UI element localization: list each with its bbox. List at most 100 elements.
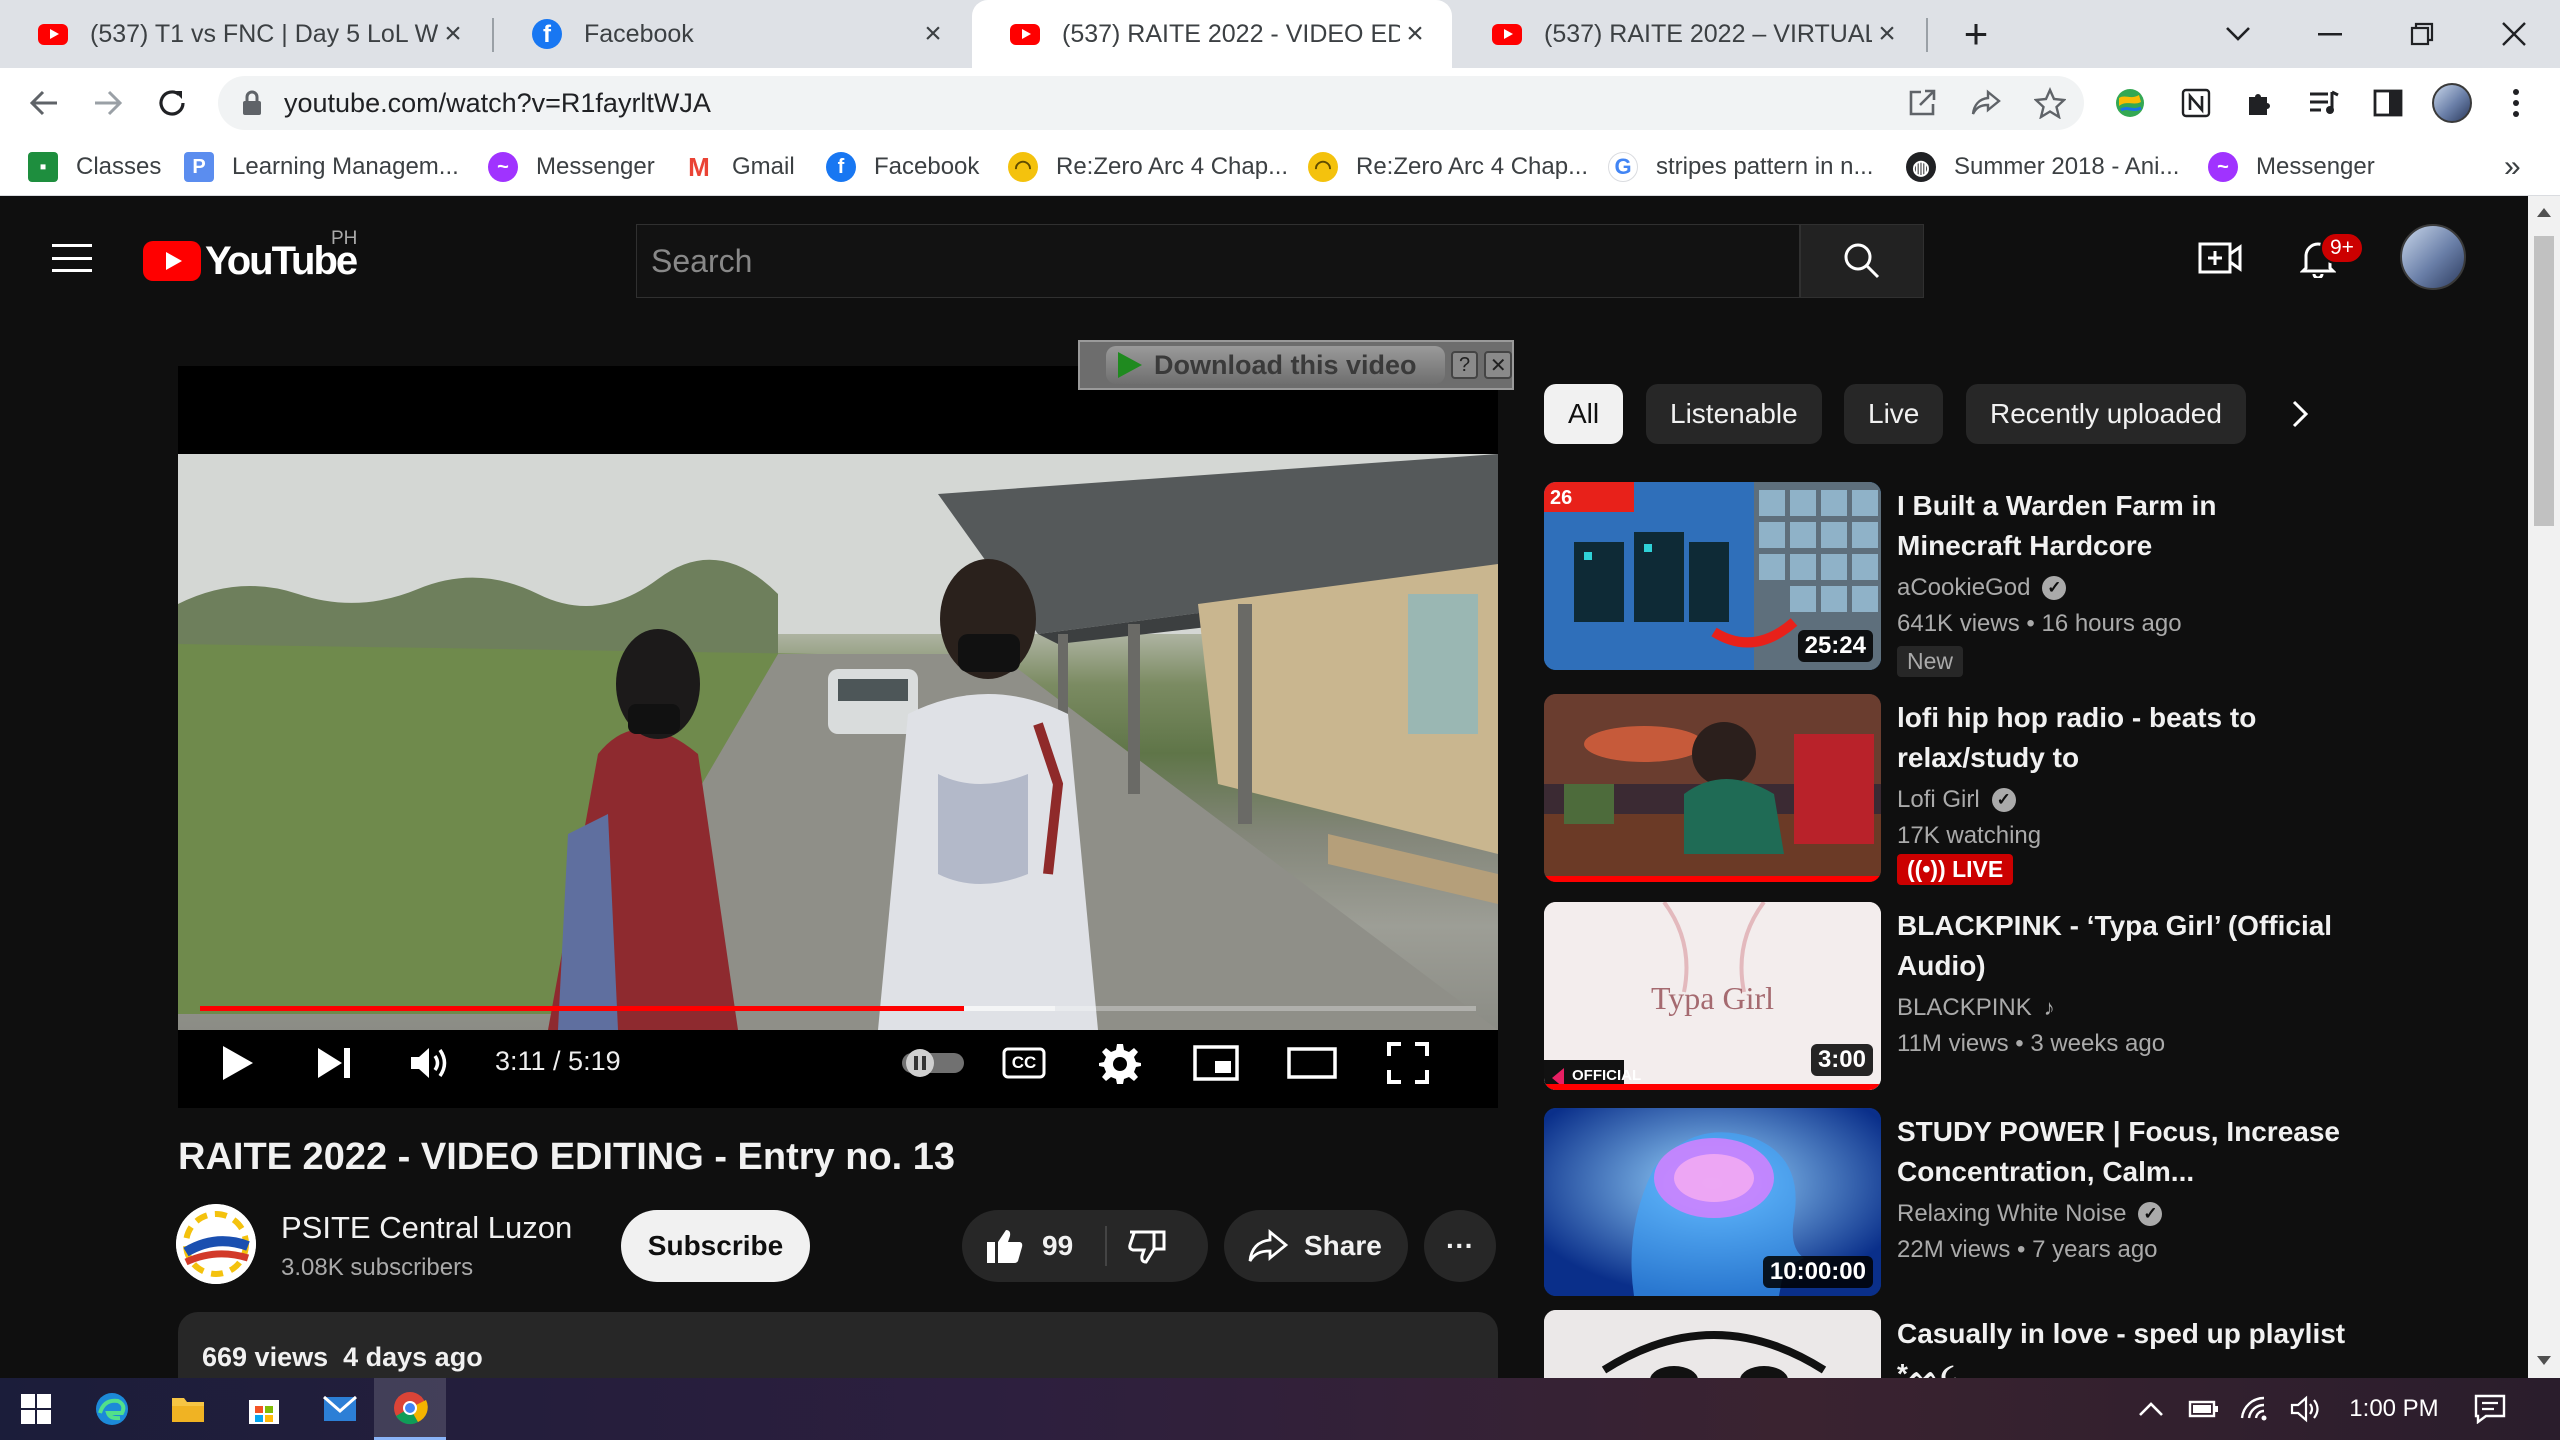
restore-button[interactable] bbox=[2376, 0, 2468, 68]
recommended-video[interactable]: 10:00:00 STUDY POWER | Focus, Increase C… bbox=[1544, 1108, 2384, 1308]
recommended-video[interactable]: lofi hip hop radio - beats to relax/stud… bbox=[1544, 694, 2384, 894]
progress-bar[interactable] bbox=[200, 1006, 1476, 1011]
notion-icon[interactable] bbox=[2172, 79, 2220, 127]
page-scrollbar[interactable] bbox=[2528, 196, 2560, 1378]
reload-icon[interactable] bbox=[148, 79, 196, 127]
video-thumbnail[interactable]: 26 25:24 bbox=[1544, 482, 1881, 670]
forward-icon[interactable] bbox=[84, 79, 132, 127]
search-button[interactable] bbox=[1800, 224, 1924, 298]
fullscreen-button[interactable] bbox=[1378, 1036, 1438, 1090]
browser-tab[interactable]: f Facebook × bbox=[494, 0, 970, 68]
action-center-icon[interactable] bbox=[2474, 1378, 2524, 1440]
chip-listenable[interactable]: Listenable bbox=[1646, 384, 1822, 444]
bookmark-learning-management[interactable]: P Learning Managem... bbox=[184, 138, 459, 196]
taskbar-store[interactable] bbox=[228, 1378, 300, 1440]
channel-avatar[interactable] bbox=[176, 1204, 256, 1284]
browser-tab[interactable]: (537) T1 vs FNC | Day 5 LoL Worlds × bbox=[0, 0, 490, 68]
bookmark-stripes-search[interactable]: G stripes pattern in n... bbox=[1608, 138, 1873, 196]
channel-name[interactable]: Relaxing White Noise ✓ bbox=[1897, 1200, 2163, 1228]
autoplay-toggle[interactable] bbox=[898, 1036, 968, 1090]
bookmark-summer-2018[interactable]: ◍ Summer 2018 - Ani... bbox=[1906, 138, 2179, 196]
video-frame[interactable] bbox=[178, 454, 1498, 1030]
close-icon[interactable]: × bbox=[438, 17, 468, 50]
browser-tab[interactable]: (537) RAITE 2022 – VIRTUAL DANCE × bbox=[1454, 0, 1924, 68]
chip-scroll-right-button[interactable] bbox=[2280, 394, 2320, 434]
video-thumbnail[interactable]: Typa Girl OFFICIAL 3:00 bbox=[1544, 902, 1881, 1090]
video-title[interactable]: lofi hip hop radio - beats to relax/stud… bbox=[1897, 698, 2347, 778]
recommended-video[interactable]: Casually in love - sped up playlist *ᨐ૮ bbox=[1544, 1310, 2384, 1378]
account-avatar[interactable] bbox=[2400, 224, 2466, 290]
subscribe-button[interactable]: Subscribe bbox=[621, 1210, 810, 1282]
battery-icon[interactable] bbox=[2188, 1378, 2228, 1440]
recommended-video[interactable]: 26 25:24 I Built a Warden Farm in Minecr… bbox=[1544, 482, 2384, 682]
share-button[interactable]: Share bbox=[1224, 1210, 1408, 1282]
scroll-down-arrow-icon[interactable] bbox=[2537, 1356, 2551, 1365]
taskbar-clock[interactable]: 1:00 PM bbox=[2344, 1378, 2444, 1440]
next-button[interactable] bbox=[304, 1036, 364, 1090]
bookmark-facebook[interactable]: f Facebook bbox=[826, 138, 979, 196]
taskbar-file-explorer[interactable] bbox=[152, 1378, 224, 1440]
bookmark-star-icon[interactable] bbox=[2026, 79, 2074, 127]
close-button[interactable]: ✕ bbox=[1484, 351, 1513, 379]
video-title[interactable]: Casually in love - sped up playlist *ᨐ૮ bbox=[1897, 1314, 2347, 1378]
taskbar-chrome[interactable] bbox=[374, 1378, 446, 1440]
scroll-up-arrow-icon[interactable] bbox=[2537, 208, 2551, 217]
back-icon[interactable] bbox=[20, 79, 68, 127]
youtube-logo[interactable]: YouTube PH bbox=[143, 228, 358, 283]
tab-search-icon[interactable] bbox=[2192, 0, 2284, 68]
chip-all[interactable]: All bbox=[1544, 384, 1624, 444]
bookmark-rezero-1[interactable]: ◠ Re:Zero Arc 4 Chap... bbox=[1008, 138, 1288, 196]
bookmark-classes[interactable]: ▪ Classes bbox=[28, 138, 161, 196]
search-input[interactable]: Search bbox=[636, 224, 1800, 298]
video-title[interactable]: BLACKPINK - ‘Typa Girl’ (Official Audio) bbox=[1897, 906, 2347, 986]
settings-button[interactable] bbox=[1090, 1036, 1150, 1090]
bookmark-messenger[interactable]: ~ Messenger bbox=[488, 138, 655, 196]
start-button[interactable] bbox=[0, 1378, 72, 1440]
browser-tab-active[interactable]: (537) RAITE 2022 - VIDEO EDITING × bbox=[972, 0, 1452, 68]
chip-live[interactable]: Live bbox=[1844, 384, 1944, 444]
side-panel-icon[interactable] bbox=[2364, 79, 2412, 127]
extension-globe-icon[interactable] bbox=[2106, 79, 2154, 127]
close-icon[interactable]: × bbox=[918, 17, 948, 50]
theater-mode-button[interactable] bbox=[1282, 1036, 1342, 1090]
video-thumbnail[interactable] bbox=[1544, 1310, 1881, 1378]
download-video-button[interactable]: Download this video bbox=[1106, 346, 1445, 384]
more-actions-button[interactable]: ··· bbox=[1424, 1210, 1496, 1282]
video-player[interactable]: 3:11 / 5:19 CC bbox=[178, 366, 1498, 1108]
play-button[interactable] bbox=[208, 1036, 268, 1090]
channel-name[interactable]: PSITE Central Luzon bbox=[281, 1210, 572, 1246]
volume-button[interactable] bbox=[400, 1036, 460, 1090]
wifi-icon[interactable] bbox=[2240, 1378, 2280, 1440]
channel-name[interactable]: Lofi Girl ✓ bbox=[1897, 786, 2016, 814]
address-bar[interactable]: youtube.com/watch?v=R1fayrltWJA bbox=[218, 76, 2084, 130]
like-button[interactable]: 99 bbox=[986, 1228, 1073, 1264]
share-page-icon[interactable] bbox=[1962, 79, 2010, 127]
channel-name[interactable]: aCookieGod ✓ bbox=[1897, 574, 2067, 602]
taskbar-mail[interactable] bbox=[304, 1378, 376, 1440]
recommended-video[interactable]: Typa Girl OFFICIAL 3:00 BLACKPINK - ‘Typ… bbox=[1544, 902, 2384, 1102]
open-in-app-icon[interactable] bbox=[1898, 79, 1946, 127]
video-thumbnail[interactable]: 10:00:00 bbox=[1544, 1108, 1881, 1296]
chip-recently-uploaded[interactable]: Recently uploaded bbox=[1966, 384, 2246, 444]
close-icon[interactable]: × bbox=[1872, 17, 1902, 50]
miniplayer-button[interactable] bbox=[1186, 1036, 1246, 1090]
speaker-icon[interactable] bbox=[2290, 1378, 2330, 1440]
browser-menu-icon[interactable] bbox=[2492, 79, 2540, 127]
media-queue-icon[interactable] bbox=[2300, 79, 2348, 127]
extensions-puzzle-icon[interactable] bbox=[2236, 79, 2284, 127]
help-button[interactable]: ? bbox=[1450, 351, 1479, 379]
close-icon[interactable]: × bbox=[1400, 17, 1430, 50]
video-thumbnail[interactable] bbox=[1544, 694, 1881, 882]
taskbar-edge[interactable] bbox=[76, 1378, 148, 1440]
close-window-button[interactable] bbox=[2468, 0, 2560, 68]
new-tab-button[interactable]: + bbox=[1928, 0, 2024, 68]
bookmark-gmail[interactable]: M Gmail bbox=[684, 138, 795, 196]
captions-button[interactable]: CC bbox=[994, 1036, 1054, 1090]
tray-overflow-chevron-icon[interactable] bbox=[2138, 1378, 2178, 1440]
hamburger-menu-icon[interactable] bbox=[52, 244, 92, 272]
bookmarks-overflow-button[interactable]: » bbox=[2504, 138, 2521, 196]
bookmark-rezero-2[interactable]: ◠ Re:Zero Arc 4 Chap... bbox=[1308, 138, 1588, 196]
minimize-button[interactable] bbox=[2284, 0, 2376, 68]
video-title[interactable]: STUDY POWER | Focus, Increase Concentrat… bbox=[1897, 1112, 2347, 1192]
scrollbar-thumb[interactable] bbox=[2534, 236, 2554, 526]
